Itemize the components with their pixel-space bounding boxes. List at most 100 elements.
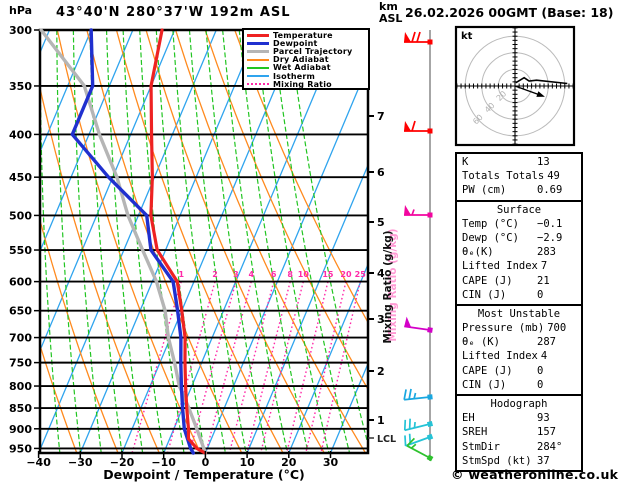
stats-value: 283	[537, 246, 556, 259]
stats-row: StmSpd (kt) 37	[457, 454, 581, 468]
stats-row: CAPE (J) 0	[457, 364, 581, 378]
stats-label: Lifted Index	[462, 350, 538, 363]
svg-text:450: 450	[9, 171, 32, 184]
svg-text:15: 15	[322, 270, 334, 279]
svg-text:5: 5	[377, 216, 385, 229]
stats-row: θₑ (K) 287	[457, 335, 581, 349]
stats-row: PW (cm) 0.69	[457, 183, 581, 197]
stats-value: 700	[547, 322, 567, 335]
stats-section: Most Unstable Pressure (mb) 700 θₑ (K) 287 Li…	[457, 303, 581, 394]
stats-row: Totals Totals 49	[457, 169, 581, 183]
stats-label: PW (cm)	[462, 184, 507, 197]
stats-value: 0	[537, 378, 544, 391]
stats-value: 284°	[537, 440, 563, 453]
svg-text:2: 2	[377, 365, 385, 378]
stats-value: −2.9	[537, 231, 563, 244]
legend-swatch	[247, 33, 269, 37]
svg-text:10: 10	[298, 270, 310, 279]
stats-section-header: Hodograph	[490, 398, 548, 410]
stats-row: θₑ(K) 283	[457, 245, 581, 259]
svg-text:400: 400	[9, 128, 32, 141]
stats-value: 4	[540, 350, 548, 363]
svg-text:−40: −40	[26, 456, 51, 469]
svg-text:6: 6	[271, 270, 277, 279]
svg-text:30: 30	[323, 456, 339, 469]
svg-text:550: 550	[9, 244, 32, 257]
background-lines	[40, 30, 368, 453]
svg-text:350: 350	[9, 80, 32, 93]
svg-text:1: 1	[178, 270, 184, 279]
stats-label: SREH	[462, 426, 488, 439]
legend-swatch	[247, 49, 269, 53]
stats-label: CAPE (J)	[462, 364, 513, 377]
svg-text:500: 500	[9, 209, 32, 222]
stats-label: Temp (°C)	[462, 217, 519, 230]
svg-text:750: 750	[9, 357, 32, 370]
legend-item: Mixing Ratio	[244, 80, 368, 89]
stats-section: Surface Temp (°C) −0.1 Dewp (°C) −2.9 θₑ(K) 28…	[457, 199, 581, 304]
svg-text:950: 950	[9, 442, 32, 455]
stats-section: Hodograph EH 93 SREH 157 StmDir 284° StmSpd (kt…	[457, 394, 581, 470]
stats-row: StmDir 284°	[457, 440, 581, 454]
stats-label: EH	[462, 412, 475, 425]
stats-label: StmDir	[462, 440, 500, 453]
legend-swatch	[247, 66, 269, 69]
svg-text:2: 2	[212, 270, 218, 279]
stats-value: 49	[547, 170, 560, 183]
stats-row: Temp (°C) −0.1	[457, 217, 581, 231]
legend-swatch	[247, 58, 269, 61]
stats-value: −0.1	[537, 217, 563, 230]
stats-label: θₑ(K)	[462, 246, 494, 259]
stats-value: 287	[537, 336, 556, 349]
wind-barb-column	[403, 30, 434, 462]
wind-barb	[404, 205, 433, 218]
wind-barb	[403, 418, 434, 432]
svg-text:3: 3	[233, 270, 239, 279]
run-date: 26.02.2026 00GMT (Base: 18)	[405, 5, 614, 20]
legend-swatch	[247, 41, 269, 45]
svg-text:1: 1	[377, 414, 385, 427]
hodograph: 204060kt	[454, 25, 576, 147]
stats-label: Dewp (°C)	[462, 231, 519, 244]
legend-swatch	[247, 83, 269, 86]
svg-text:800: 800	[9, 380, 32, 393]
svg-text:300: 300	[9, 24, 32, 37]
lcl-label: LCL	[377, 434, 396, 445]
stats-row: Dewp (°C) −2.9	[457, 231, 581, 245]
pressure-axis-unit: hPa	[9, 4, 33, 17]
wind-barb	[403, 388, 433, 401]
stats-value: 13	[537, 156, 550, 168]
stats-row: K 13	[457, 155, 581, 169]
stats-table: K 13 Totals Totals 49 PW (cm) 0.69 Surface Temp…	[455, 152, 583, 472]
stats-label: Lifted Index	[462, 260, 538, 273]
altitude-unit-asl: ASL	[379, 12, 403, 25]
stats-section: K 13 Totals Totals 49 PW (cm) 0.69	[457, 154, 581, 200]
temperature-axis: −40 −30 −20 −10 0 10 20 30Dewpoint / Temperatur…	[26, 451, 338, 482]
stats-label: θₑ (K)	[462, 336, 500, 349]
stats-label: CIN (J)	[462, 378, 507, 391]
sounding-screenshot: 300 350 400 450 500 550 6 0 0 650 700 750 800 850 900 9…	[0, 0, 629, 486]
stats-row: Lifted Index 7	[457, 259, 581, 273]
stats-row: EH 93	[457, 411, 581, 425]
stats-value: 0	[537, 288, 544, 301]
stats-label: Pressure (mb)	[462, 322, 545, 335]
svg-text:900: 900	[9, 423, 32, 436]
stats-label: K	[462, 156, 469, 168]
svg-text:8: 8	[287, 270, 293, 279]
stats-label: StmSpd (kt)	[462, 454, 532, 467]
stats-value: 37	[537, 454, 550, 467]
hodograph-unit: kt	[461, 31, 473, 42]
x-axis-title: Dewpoint / Temperature (°C)	[103, 467, 304, 482]
wind-barb	[404, 120, 433, 134]
mixing-ratio-labels: 1 2 3 4 6 8 10 15 20 25	[178, 270, 366, 279]
stats-row: Pressure (mb) 700	[457, 321, 581, 335]
stats-row: SREH 157	[457, 425, 581, 439]
stats-value: 0.69	[537, 184, 563, 197]
stats-row: CIN (J) 0	[457, 288, 581, 302]
legend: Temperature Dewpoint Parcel Trajectory Dry …	[242, 28, 370, 90]
mixing-ratio-axis-title: Mixing Ratio (g/kg)	[382, 230, 394, 343]
stats-section-header: Most Unstable	[477, 307, 561, 320]
svg-text:4: 4	[248, 270, 254, 279]
svg-text:850: 850	[9, 402, 32, 415]
svg-text:650: 650	[9, 305, 32, 318]
